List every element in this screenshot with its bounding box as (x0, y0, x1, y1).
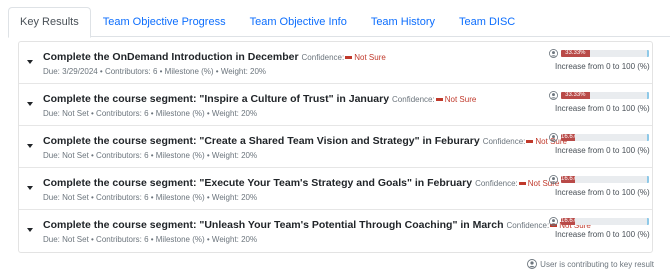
expand-caret-icon[interactable] (27, 102, 33, 106)
confidence-label: Confidence: (475, 179, 518, 188)
progress-fill: 16.67% (561, 134, 576, 141)
user-contributing-icon (549, 91, 558, 100)
progress-description: Increase from 0 to 100 (%) (555, 188, 650, 197)
progress-fill: 33.33% (561, 92, 590, 99)
key-result-meta: Due: Not Set • Contributors: 6 • Milesto… (43, 151, 258, 160)
tab-team-objective-info[interactable]: Team Objective Info (238, 7, 359, 37)
progress-fill: 16.67% (561, 176, 576, 183)
key-result-title[interactable]: Complete the course segment: "Create a S… (43, 135, 480, 147)
tab-team-history[interactable]: Team History (359, 7, 447, 37)
key-result-title[interactable]: Complete the OnDemand Introduction in De… (43, 51, 299, 63)
confidence-label: Confidence: (301, 53, 345, 62)
confidence-label: Confidence: (482, 137, 526, 146)
confidence-dash-icon (518, 182, 526, 185)
key-result-meta: Due: 3/29/2024 • Contributors: 6 • Miles… (43, 67, 267, 76)
progress-bar: 33.33% (561, 50, 649, 57)
expand-caret-icon[interactable] (27, 144, 33, 148)
user-contributing-icon (549, 217, 558, 226)
key-results-list: Complete the OnDemand Introduction in De… (18, 41, 653, 253)
key-result-title[interactable]: Complete the course segment: "Inspire a … (43, 93, 389, 105)
tab-team-disc[interactable]: Team DISC (447, 7, 527, 37)
confidence-label: Confidence: (506, 221, 550, 230)
key-result-row: Complete the course segment: "Create a S… (19, 126, 652, 168)
user-circle-icon (527, 259, 538, 269)
progress-description: Increase from 0 to 100 (%) (555, 146, 650, 155)
confidence-dash-icon (435, 98, 443, 101)
confidence-value: Not Sure (354, 53, 386, 62)
user-contributing-icon (549, 175, 558, 184)
contributing-legend-text: User is contributing to key result (540, 259, 654, 269)
tab-team-objective-progress[interactable]: Team Objective Progress (91, 7, 238, 37)
confidence-dash-icon (526, 140, 534, 143)
confidence-value: Not Sure (444, 95, 477, 104)
progress-bar: 16.67% (561, 218, 649, 225)
progress-bar: 16.67% (561, 134, 649, 141)
key-result-title[interactable]: Complete the course segment: "Unleash Yo… (43, 219, 504, 231)
expand-caret-icon[interactable] (27, 186, 33, 190)
progress-fill: 33.33% (561, 50, 590, 57)
progress-bar: 33.33% (561, 92, 649, 99)
expand-caret-icon[interactable] (27, 60, 33, 64)
progress-description: Increase from 0 to 100 (%) (555, 62, 650, 71)
key-result-row: Complete the course segment: "Unleash Yo… (19, 210, 652, 252)
confidence-dash-icon (345, 56, 353, 59)
key-result-row: Complete the OnDemand Introduction in De… (19, 42, 652, 84)
key-result-meta: Due: Not Set • Contributors: 6 • Milesto… (43, 109, 258, 118)
confidence-label: Confidence: (392, 95, 435, 104)
progress-bar: 16.67% (561, 176, 649, 183)
key-result-title[interactable]: Complete the course segment: "Execute Yo… (43, 177, 472, 189)
progress-fill: 16.67% (561, 218, 576, 225)
expand-caret-icon[interactable] (27, 228, 33, 232)
tab-bar: Key Results Team Objective Progress Team… (8, 7, 670, 38)
progress-description: Increase from 0 to 100 (%) (555, 230, 650, 239)
progress-description: Increase from 0 to 100 (%) (555, 104, 650, 113)
key-result-meta: Due: Not Set • Contributors: 6 • Milesto… (43, 193, 258, 202)
key-result-row: Complete the course segment: "Inspire a … (19, 84, 652, 126)
contributing-legend: User is contributing to key result (527, 259, 654, 269)
key-result-meta: Due: Not Set • Contributors: 6 • Milesto… (43, 235, 258, 244)
user-contributing-icon (549, 133, 558, 142)
user-contributing-icon (549, 49, 558, 58)
key-result-row: Complete the course segment: "Execute Yo… (19, 168, 652, 210)
tab-key-results[interactable]: Key Results (8, 7, 91, 38)
